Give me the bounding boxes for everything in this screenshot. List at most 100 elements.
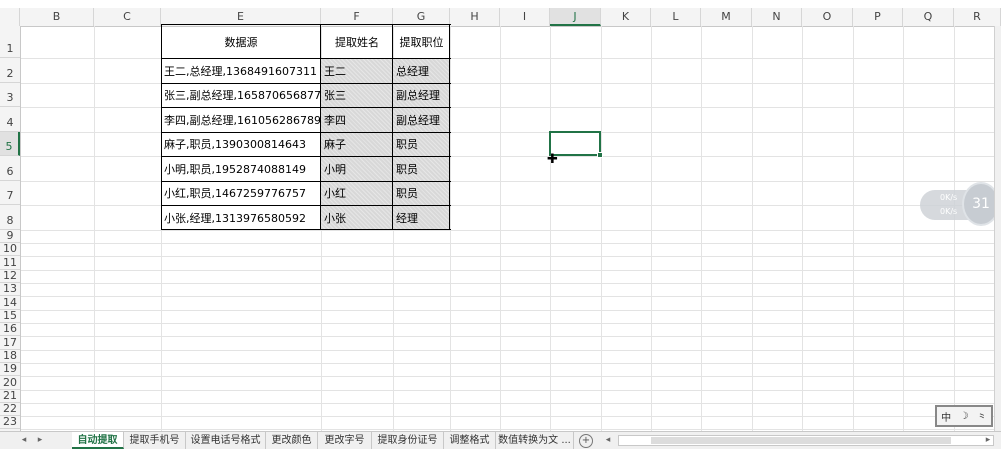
gridline [20, 256, 994, 257]
gridline [701, 26, 702, 431]
row-header[interactable]: 10 [0, 242, 20, 256]
table-border [161, 229, 451, 230]
header-cell-name[interactable]: 提取姓名 [321, 26, 393, 58]
cell-name[interactable]: 小张 [321, 205, 393, 230]
column-header-j[interactable]: J [550, 8, 601, 26]
cell-position[interactable]: 职员 [393, 181, 450, 205]
column-header-m[interactable]: M [701, 8, 752, 26]
row-header[interactable]: 11 [0, 256, 20, 270]
cell-position[interactable]: 副总经理 [393, 107, 450, 132]
spreadsheet-grid[interactable]: B C E F G H I J K L M N O P Q R 1 2 3 4 … [0, 0, 1001, 431]
cell-source[interactable]: 王二,总经理,1368491607311 [161, 58, 321, 83]
gridline [601, 26, 602, 431]
ime-mode-label[interactable]: 中 [941, 409, 951, 424]
column-header-n[interactable]: N [752, 8, 802, 26]
cell-source[interactable]: 麻子,职员,1390300814643 [161, 132, 321, 156]
row-header[interactable]: 8 [0, 205, 20, 230]
gridline [752, 26, 753, 431]
vertical-scrollbar[interactable] [994, 26, 1001, 431]
cell-name[interactable]: 张三 [321, 83, 393, 107]
column-header-b[interactable]: B [20, 8, 94, 26]
row-header[interactable]: 23 [0, 415, 20, 429]
table-border [392, 24, 393, 230]
sheet-tab-adjust-format[interactable]: 调整格式 [444, 432, 496, 449]
cell-source[interactable]: 小明,职员,1952874088149 [161, 156, 321, 181]
column-header-c[interactable]: C [94, 8, 161, 26]
gridline [651, 26, 652, 431]
cell-position[interactable]: 经理 [393, 205, 450, 230]
sheet-tab-extract-id[interactable]: 提取身份证号 [372, 432, 444, 449]
cell-name[interactable]: 李四 [321, 107, 393, 132]
scroll-left-icon[interactable]: ◂ [600, 432, 616, 449]
cell-position[interactable]: 职员 [393, 132, 450, 156]
sheet-tab-change-font-size[interactable]: 更改字号 [318, 432, 372, 449]
fill-handle[interactable] [597, 152, 603, 158]
gridline [903, 26, 904, 431]
gridline [550, 26, 551, 431]
cell-source[interactable]: 李四,副总经理,1610562867895 [161, 107, 321, 132]
table-border [161, 24, 451, 25]
cell-source[interactable]: 小红,职员,1467259776757 [161, 181, 321, 205]
table-border [161, 24, 162, 230]
cell-position[interactable]: 总经理 [393, 58, 450, 83]
row-header[interactable]: 13 [0, 282, 20, 296]
cell-name[interactable]: 小红 [321, 181, 393, 205]
gridline [20, 363, 994, 364]
row-header[interactable]: 4 [0, 107, 20, 132]
add-sheet-button[interactable]: + [579, 434, 593, 448]
row-header[interactable]: 16 [0, 322, 20, 336]
gridline [20, 270, 994, 271]
table-border [161, 181, 451, 182]
cell-position[interactable]: 职员 [393, 156, 450, 181]
sheet-tab-bar: ◂ ▸ 自动提取 提取手机号 设置电话号格式 更改颜色 更改字号 提取身份证号 … [0, 431, 1001, 449]
cell-name[interactable]: 麻子 [321, 132, 393, 156]
row-header[interactable]: 20 [0, 376, 20, 390]
column-header-r[interactable]: R [954, 8, 1001, 26]
row-header[interactable]: 14 [0, 296, 20, 310]
column-header-l[interactable]: L [651, 8, 701, 26]
select-all-corner[interactable] [0, 8, 20, 26]
sheet-tab-auto-extract[interactable]: 自动提取 [72, 432, 124, 449]
header-cell-position[interactable]: 提取职位 [393, 26, 450, 58]
ime-extra-icon[interactable]: ⺀ [977, 409, 987, 424]
column-header-p[interactable]: P [853, 8, 903, 26]
gridline [20, 230, 994, 231]
gridline [802, 26, 803, 431]
row-header[interactable]: 2 [0, 58, 20, 83]
horizontal-scrollbar-thumb[interactable] [651, 437, 951, 444]
moon-icon[interactable]: ☽ [960, 411, 969, 422]
table-border [161, 156, 451, 157]
gridline [20, 429, 994, 430]
cell-source[interactable]: 张三,副总经理,1658706568779 [161, 83, 321, 107]
column-header-i[interactable]: I [500, 8, 550, 26]
tab-prev-icon[interactable]: ◂ [16, 432, 32, 449]
column-header-q[interactable]: Q [903, 8, 954, 26]
column-header-h[interactable]: H [450, 8, 500, 26]
sheet-tab-convert-values[interactable]: 数值转换为文 ... [496, 432, 574, 449]
header-cell-source[interactable]: 数据源 [161, 26, 321, 58]
table-border [320, 24, 321, 230]
column-header-o[interactable]: O [802, 8, 853, 26]
table-border [161, 58, 451, 59]
download-speed: 0K/s [940, 207, 958, 216]
row-header[interactable]: 19 [0, 362, 20, 376]
cell-source[interactable]: 小张,经理,1313976580592 [161, 205, 321, 230]
scroll-right-icon[interactable]: ▸ [980, 432, 996, 449]
cell-name[interactable]: 王二 [321, 58, 393, 83]
horizontal-scrollbar[interactable] [618, 435, 994, 446]
row-header[interactable]: 1 [0, 26, 20, 58]
row-header[interactable]: 7 [0, 181, 20, 205]
sheet-tab-extract-phone[interactable]: 提取手机号 [124, 432, 186, 449]
sheet-tab-change-color[interactable]: 更改颜色 [266, 432, 318, 449]
row-header[interactable]: 17 [0, 336, 20, 350]
cell-name[interactable]: 小明 [321, 156, 393, 181]
cell-position[interactable]: 副总经理 [393, 83, 450, 107]
gridline [20, 350, 994, 351]
row-header[interactable]: 6 [0, 156, 20, 181]
column-header-k[interactable]: K [601, 8, 651, 26]
ime-toolbar[interactable]: 中 ☽ ⺀ [935, 405, 993, 427]
row-header[interactable]: 5 [0, 132, 20, 156]
sheet-tab-phone-format[interactable]: 设置电话号格式 [186, 432, 266, 449]
row-header[interactable]: 3 [0, 83, 20, 107]
tab-next-icon[interactable]: ▸ [32, 432, 48, 449]
